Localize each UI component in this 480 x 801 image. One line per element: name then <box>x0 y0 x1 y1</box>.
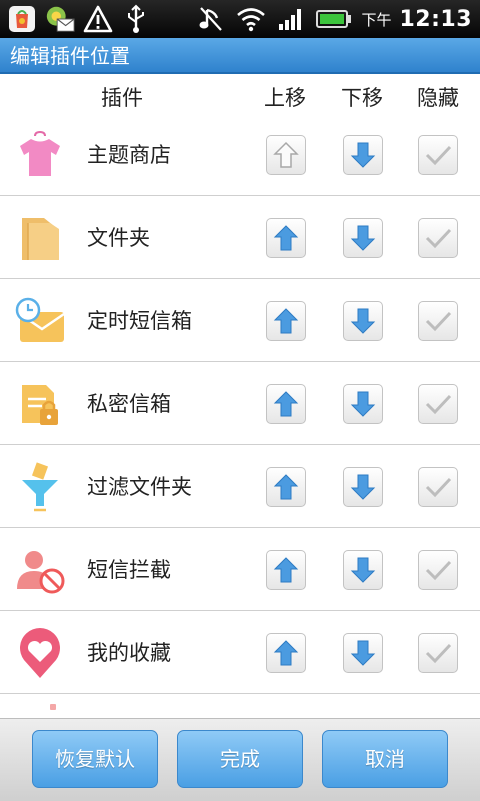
status-bar: 下午 12:13 <box>0 0 480 38</box>
move-down-button[interactable] <box>343 301 383 341</box>
battery-icon <box>315 4 353 34</box>
list-item: 短信拦截 <box>0 529 480 611</box>
list-item: 文件夹 <box>0 197 480 279</box>
mail-notification-icon <box>44 4 76 34</box>
move-up-button[interactable] <box>266 301 306 341</box>
bottom-action-bar: 恢复默认 完成 取消 <box>0 718 480 801</box>
list-item-label: 文件夹 <box>87 226 150 250</box>
header-plugin: 插件 <box>101 86 143 110</box>
list-item: 私密信箱 <box>0 363 480 445</box>
hide-checkbox[interactable] <box>418 301 458 341</box>
header-hide: 隐藏 <box>417 86 459 110</box>
filter-icon <box>14 462 66 514</box>
header-move-down: 下移 <box>341 86 383 110</box>
hide-checkbox[interactable] <box>418 384 458 424</box>
move-up-button[interactable] <box>266 218 306 258</box>
list-item-label: 主题商店 <box>87 143 171 167</box>
shirt-icon <box>14 130 66 182</box>
list-item: 过滤文件夹 <box>0 446 480 528</box>
move-down-button[interactable] <box>343 550 383 590</box>
private-box-icon <box>14 379 66 431</box>
clock-ampm: 下午 <box>361 10 392 29</box>
move-up-button[interactable] <box>266 550 306 590</box>
move-up-button[interactable] <box>266 135 306 175</box>
system-icons: 下午 12:13 <box>195 0 472 38</box>
clock-time: 12:13 <box>399 6 472 32</box>
music-off-icon <box>195 4 227 34</box>
sms-block-icon <box>14 545 66 597</box>
hide-checkbox[interactable] <box>418 467 458 507</box>
header-move-up: 上移 <box>264 86 306 110</box>
page-title: 编辑插件位置 <box>0 38 480 74</box>
list-item-label: 我的收藏 <box>87 641 171 665</box>
hide-checkbox[interactable] <box>418 218 458 258</box>
favorite-heart-icon <box>14 628 66 680</box>
warning-icon <box>82 4 114 34</box>
folder-icon <box>14 213 66 265</box>
cancel-button[interactable]: 取消 <box>322 730 448 788</box>
move-down-button[interactable] <box>343 467 383 507</box>
list-item-partial <box>0 695 480 718</box>
list-item-label: 定时短信箱 <box>87 309 192 333</box>
timed-mail-icon <box>14 296 66 348</box>
list-item: 定时短信箱 <box>0 280 480 362</box>
move-down-button[interactable] <box>343 218 383 258</box>
move-down-button[interactable] <box>343 633 383 673</box>
move-up-button[interactable] <box>266 633 306 673</box>
column-headers: 插件 上移 下移 隐藏 <box>0 76 480 116</box>
move-up-button[interactable] <box>266 467 306 507</box>
hide-checkbox[interactable] <box>418 550 458 590</box>
move-down-button[interactable] <box>343 384 383 424</box>
plugin-list[interactable]: 主题商店 文件夹 定时短信箱 私密信箱 过滤文件夹 短信拦截 我的收藏 <box>0 114 480 718</box>
move-down-button[interactable] <box>343 135 383 175</box>
hide-checkbox[interactable] <box>418 633 458 673</box>
restore-default-button[interactable]: 恢复默认 <box>32 730 158 788</box>
notification-icons <box>6 2 152 36</box>
done-button[interactable]: 完成 <box>177 730 303 788</box>
list-item: 主题商店 <box>0 114 480 196</box>
usb-icon <box>120 4 152 34</box>
hide-checkbox[interactable] <box>418 135 458 175</box>
list-item-label: 私密信箱 <box>87 392 171 416</box>
list-item-label: 短信拦截 <box>87 558 171 582</box>
list-item-label: 过滤文件夹 <box>87 475 192 499</box>
list-item: 我的收藏 <box>0 612 480 694</box>
signal-icon <box>275 4 307 34</box>
move-up-button[interactable] <box>266 384 306 424</box>
wifi-icon <box>235 4 267 34</box>
partial-icon <box>50 704 56 710</box>
app-store-icon <box>6 4 38 34</box>
